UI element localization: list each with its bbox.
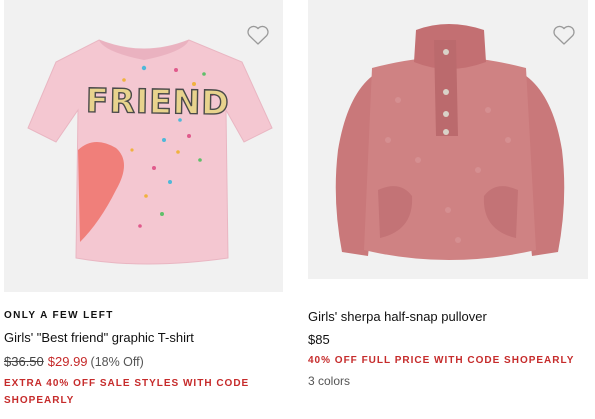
product-image[interactable]: FRIEND: [4, 0, 283, 292]
price-row: $85: [308, 332, 330, 347]
discount-percent: (18% Off): [90, 355, 144, 369]
color-count[interactable]: 3 colors: [308, 374, 350, 388]
product-price: $85: [308, 332, 330, 347]
product-image[interactable]: [308, 0, 588, 279]
product-card[interactable]: FRIEND ONLY A FEW LEFT Girls' "Best frie…: [4, 0, 283, 406]
wishlist-heart-icon[interactable]: [552, 24, 576, 46]
product-title[interactable]: Girls' "Best friend" graphic T-shirt: [4, 330, 194, 345]
product-title[interactable]: Girls' sherpa half-snap pullover: [308, 309, 487, 324]
wishlist-heart-icon[interactable]: [246, 24, 270, 46]
tshirt-graphic-text: FRIEND: [85, 80, 231, 123]
tshirt-image: [27, 39, 273, 265]
pullover-image: [335, 24, 565, 260]
original-price: $36.50: [4, 354, 44, 369]
price-row: $36.50 $29.99 (18% Off): [4, 354, 144, 369]
promo-text: EXTRA 40% OFF SALE STYLES WITH CODE SHOP…: [4, 378, 250, 406]
sale-price: $29.99: [47, 354, 88, 369]
stock-flag: ONLY A FEW LEFT: [4, 310, 114, 321]
product-card[interactable]: Girls' sherpa half-snap pullover $85 40%…: [308, 0, 588, 388]
promo-text: 40% OFF FULL PRICE WITH CODE SHOPEARLY: [308, 355, 575, 366]
